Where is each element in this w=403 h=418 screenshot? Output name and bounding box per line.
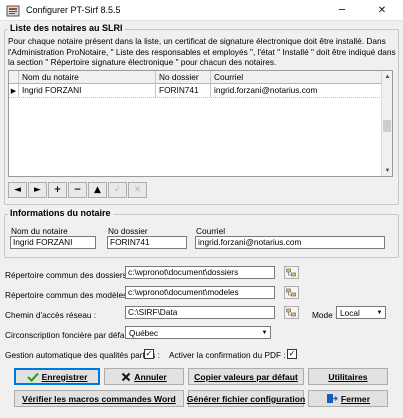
check-icon: ✓: [145, 349, 153, 358]
browse-network-button[interactable]: [284, 306, 299, 319]
nav-cancel-button: ✕: [128, 182, 147, 198]
folder-browse-icon: [286, 308, 296, 316]
generate-config-button[interactable]: Générer fichier configuration: [186, 390, 306, 407]
chevron-down-icon: ▼: [376, 309, 383, 316]
mode-value: Local: [340, 307, 360, 318]
browse-models-button[interactable]: [284, 286, 299, 299]
circonscription-label: Circonscription foncière par défaut :: [5, 330, 136, 340]
column-header-dossier[interactable]: No dossier: [156, 71, 211, 83]
nav-delete-button[interactable]: −: [68, 182, 87, 198]
row-pointer-icon: ▶: [9, 84, 19, 97]
check-icon: ✓: [288, 349, 296, 358]
close-window-icon[interactable]: ✕: [366, 0, 398, 21]
mode-select[interactable]: Local ▼: [336, 306, 386, 319]
x-icon: [122, 372, 131, 381]
cancel-button[interactable]: Annuler: [104, 368, 184, 385]
grid-header: Nom du notaire No dossier Courriel: [9, 71, 392, 84]
notary-email-field[interactable]: ingrid.forzani@notarius.com: [195, 236, 385, 249]
folders-label: Répertoire commun des dossiers :: [5, 270, 132, 280]
close-label: Fermer: [340, 393, 371, 404]
models-path-field[interactable]: c:\wpronot\document\modeles: [125, 286, 275, 299]
mode-label: Mode :: [312, 310, 338, 320]
notary-dossier-field[interactable]: FORIN741: [107, 236, 187, 249]
notaries-group-title: Liste des notaires au SLRI: [8, 23, 125, 33]
record-navigator: ◄ ► + − ▲ ✓ ✕: [8, 182, 148, 198]
circonscription-select[interactable]: Québec ▼: [125, 326, 271, 339]
scroll-thumb[interactable]: [383, 120, 391, 132]
auto-quality-label: Gestion automatique des qualités parties…: [5, 350, 160, 360]
save-label: Enregistrer: [41, 371, 88, 382]
chevron-down-icon: ▼: [261, 329, 268, 336]
nav-prior-button[interactable]: ◄: [8, 182, 27, 198]
notaries-grid[interactable]: Nom du notaire No dossier Courriel ▶ Ing…: [8, 70, 393, 177]
cell-email[interactable]: ingrid.forzani@notarius.com: [211, 84, 385, 97]
nav-next-button[interactable]: ►: [28, 182, 47, 198]
browse-folders-button[interactable]: [284, 266, 299, 279]
cell-name[interactable]: Ingrid FORZANI: [19, 84, 156, 97]
notary-name-field[interactable]: Ingrid FORZANI: [10, 236, 96, 249]
verify-macros-label: Vérifier les macros commandes Word: [22, 393, 176, 404]
folders-path-field[interactable]: c:\wpronot\document\dossiers: [125, 266, 275, 279]
notary-info-title: Informations du notaire: [8, 208, 113, 218]
minimize-icon[interactable]: ─: [326, 0, 358, 21]
folder-browse-icon: [286, 268, 296, 276]
table-row[interactable]: ▶ Ingrid FORZANI FORIN741 ingrid.forzani…: [9, 84, 392, 98]
nav-edit-button[interactable]: ▲: [88, 182, 107, 198]
email-label: Courriel: [196, 226, 226, 236]
nav-post-button: ✓: [108, 182, 127, 198]
pdf-confirm-label: Activer la confirmation du PDF :: [169, 350, 286, 360]
cell-dossier[interactable]: FORIN741: [156, 84, 211, 97]
dossier-label: No dossier: [108, 226, 148, 236]
cancel-label: Annuler: [134, 371, 167, 382]
scroll-up-icon[interactable]: ▲: [382, 71, 393, 82]
save-button[interactable]: Enregistrer: [14, 368, 100, 385]
circonscription-value: Québec: [129, 327, 159, 338]
auto-quality-checkbox[interactable]: ✓: [144, 349, 154, 359]
close-button[interactable]: Fermer: [308, 390, 388, 407]
app-icon: [6, 5, 20, 17]
copy-defaults-button[interactable]: Copier valeurs par défaut: [188, 368, 304, 385]
name-label: Nom du notaire: [11, 226, 68, 236]
copy-defaults-label: Copier valeurs par défaut: [194, 371, 298, 382]
generate-config-label: Générer fichier configuration: [186, 393, 306, 404]
utilities-button[interactable]: Utilitaires: [308, 368, 388, 385]
notaries-description: Pour chaque notaire présent dans la list…: [8, 36, 396, 67]
door-exit-icon: [326, 394, 338, 403]
window-title: Configurer PT-Sirf 8.5.5: [26, 5, 121, 15]
folder-browse-icon: [286, 288, 296, 296]
title-bar: Configurer PT-Sirf 8.5.5 ─ ✕: [0, 0, 403, 21]
grid-indicator-header: [9, 71, 19, 83]
checkmark-icon: [26, 372, 39, 382]
network-label: Chemin d'accès réseau :: [5, 310, 97, 320]
network-path-field[interactable]: C:\SIRF\Data: [125, 306, 275, 319]
nav-insert-button[interactable]: +: [48, 182, 67, 198]
column-header-name[interactable]: Nom du notaire: [19, 71, 156, 83]
utilities-label: Utilitaires: [328, 371, 368, 382]
grid-scrollbar[interactable]: ▲ ▼: [381, 71, 392, 176]
models-label: Répertoire commun des modèles :: [5, 290, 132, 300]
scroll-down-icon[interactable]: ▼: [382, 165, 393, 176]
verify-macros-button[interactable]: Vérifier les macros commandes Word: [14, 390, 184, 407]
pdf-confirm-checkbox[interactable]: ✓: [287, 349, 297, 359]
column-header-email[interactable]: Courriel: [211, 71, 385, 83]
